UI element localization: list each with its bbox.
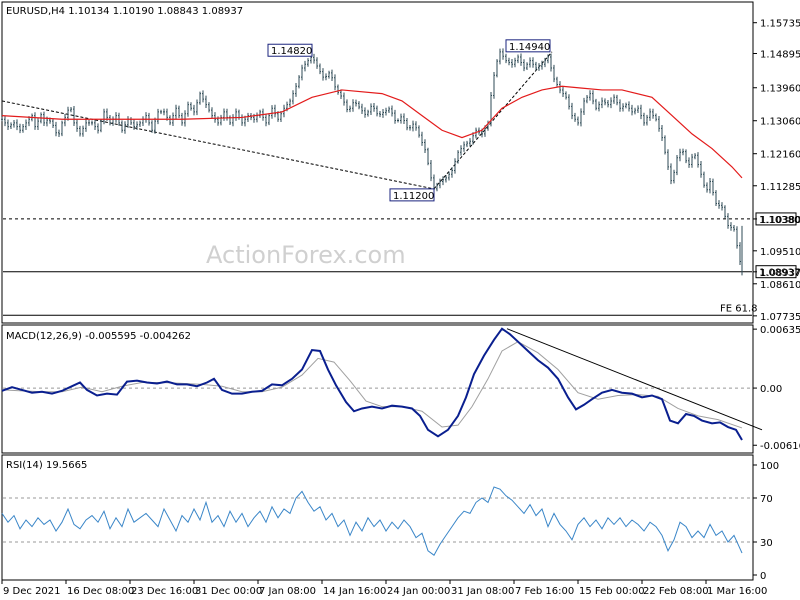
x-tick-label: 22 Feb 08:00 [643,586,709,597]
x-tick-label: 15 Feb 00:00 [579,586,645,597]
x-tick-label: 24 Jan 00:00 [387,586,450,597]
rsi-y-tick-label: 0 [760,571,766,582]
price-annotation-label: 1.11200 [393,191,434,202]
price-y-tick-label: 1.11285 [760,182,800,193]
price-y-tick-label: 1.08937 [760,268,800,279]
price-y-tick-label: 1.15735 [760,19,800,30]
x-tick-label: 7 Jan 08:00 [259,586,316,597]
rsi-panel: RSI(14) 19.5665 100 70 30 0 [1,454,779,582]
x-tick-label: 23 Dec 16:00 [131,586,198,597]
x-tick-label: 1 Mar 16:00 [707,586,767,597]
price-y-tick-label: 1.07735 [760,312,800,323]
x-tick-label: 16 Dec 08:00 [67,586,134,597]
price-panel-frame [1,1,754,324]
price-y-tick-label: 1.09510 [760,247,800,258]
macd-title: MACD(12,26,9) -0.005595 -0.004262 [6,331,191,342]
price-y-tick-label: 1.13060 [760,117,800,128]
x-tick-label: 31 Dec 00:00 [195,586,262,597]
x-tick-label: 14 Jan 16:00 [323,586,386,597]
x-tick-label: 31 Jan 08:00 [451,586,514,597]
rsi-panel-frame [1,454,754,581]
x-tick-label: 9 Dec 2021 [3,586,61,597]
price-annotation-label: 1.14940 [509,42,550,53]
rsi-title: RSI(14) 19.5665 [6,460,87,471]
price-y-tick-label: 1.14895 [760,49,800,60]
price-y-tick-label: 1.13960 [760,84,800,95]
price-panel: ActionForex.com EURUSD,H4 1.10134 1.1019… [1,1,800,324]
price-annotation-label: 1.14820 [271,46,312,57]
macd-panel: MACD(12,26,9) -0.005595 -0.004262 0.0063… [1,324,800,454]
price-level-label: FE 61.8 [720,303,758,314]
macd-y-tick-label: 0.006354 [760,325,800,336]
chart-svg: ActionForex.com EURUSD,H4 1.10134 1.1019… [0,0,800,600]
rsi-y-tick-label: 30 [760,538,773,549]
price-y-tick-label: 1.08610 [760,280,800,291]
macd-y-tick-label: -0.006164 [760,441,800,452]
macd-y-tick-label: 0.00 [760,384,782,395]
watermark: ActionForex.com [206,241,406,269]
x-tick-label: 7 Feb 16:00 [515,586,574,597]
price-y-tick-label: 1.12160 [760,150,800,161]
price-title: EURUSD,H4 1.10134 1.10190 1.08843 1.0893… [6,6,243,17]
macd-panel-frame [1,324,754,454]
price-y-tick-label: 1.10380 [760,215,800,226]
rsi-y-tick-label: 70 [760,494,773,505]
rsi-y-tick-label: 100 [760,461,779,472]
